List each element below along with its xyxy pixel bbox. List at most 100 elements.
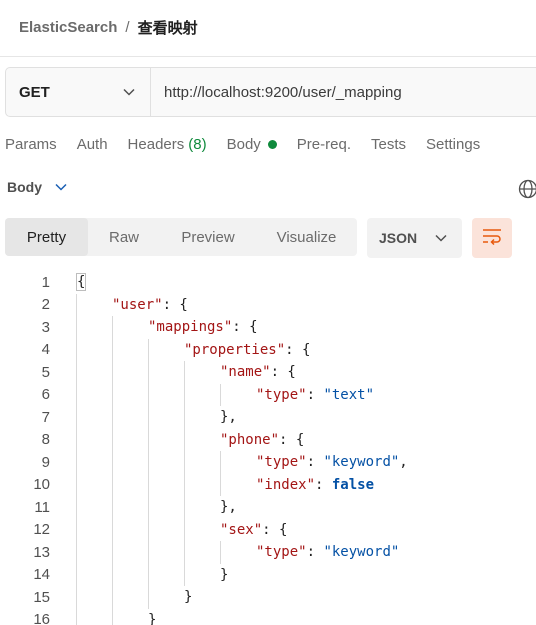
method-select[interactable]: GET <box>6 68 151 116</box>
indent-guide <box>148 451 149 474</box>
line-number: 6 <box>41 386 50 404</box>
tab-params[interactable]: Params <box>5 136 57 153</box>
code-text: "name": { <box>220 364 296 380</box>
format-label: JSON <box>379 230 418 246</box>
indent-guide <box>112 451 113 474</box>
code-line: 7}, <box>0 406 536 429</box>
tab-prereq[interactable]: Pre-req. <box>297 136 351 153</box>
json-punctuation: : { <box>162 296 188 313</box>
request-title[interactable]: 查看映射 <box>138 17 198 38</box>
json-string: "text" <box>323 386 375 403</box>
indent-guide <box>148 541 149 564</box>
json-punctuation: }, <box>220 409 237 426</box>
json-key: "phone" <box>220 431 280 448</box>
code-text: "sex": { <box>220 522 287 538</box>
breadcrumb-separator: / <box>125 18 130 36</box>
line-number: 1 <box>41 273 50 291</box>
line-number: 15 <box>33 588 50 606</box>
json-key: "properties" <box>184 341 286 358</box>
wrap-lines-icon <box>482 227 502 250</box>
indent-guide <box>220 383 221 406</box>
code-text: "mappings": { <box>148 319 258 335</box>
code-line: 5 "name": { <box>0 361 536 384</box>
indent-guide <box>76 293 77 316</box>
indent-guide <box>112 608 113 625</box>
indent-guide <box>76 586 77 609</box>
indent-guide <box>184 406 185 429</box>
indent-guide <box>76 518 77 541</box>
tab-body-label: Body <box>226 136 261 153</box>
code-line: 4 "properties": { <box>0 338 536 361</box>
indent-guide <box>112 383 113 406</box>
code-line: 2 "user": { <box>0 293 536 316</box>
code-line: 14} <box>0 563 536 586</box>
indent-guide <box>184 428 185 451</box>
line-number: 10 <box>33 476 50 494</box>
line-number: 16 <box>33 611 50 625</box>
json-punctuation: : { <box>262 521 288 538</box>
indent-guide <box>112 541 113 564</box>
line-number: 11 <box>34 498 50 516</box>
indent-guide <box>112 563 113 586</box>
tab-headers[interactable]: Headers (8) <box>128 136 207 153</box>
view-visualize[interactable]: Visualize <box>256 218 357 256</box>
code-text: }, <box>220 409 237 425</box>
response-body-editor[interactable]: 1{2 "user": {3 "mappings": {4 "properties":… <box>0 270 536 625</box>
view-pretty[interactable]: Pretty <box>5 218 88 256</box>
indent-guide <box>76 608 77 625</box>
indent-guide <box>184 541 185 564</box>
indent-guide <box>76 338 77 361</box>
tab-auth[interactable]: Auth <box>77 136 108 153</box>
line-number: 8 <box>41 431 50 449</box>
code-text: "type": "text" <box>256 387 374 403</box>
url-input[interactable] <box>151 68 536 116</box>
indent-guide <box>76 541 77 564</box>
json-punctuation: : { <box>285 341 311 358</box>
code-text: } <box>220 567 228 583</box>
json-punctuation: : <box>315 476 332 493</box>
line-number: 14 <box>33 566 50 584</box>
code-line: 1{ <box>0 271 536 294</box>
code-line: 11}, <box>0 496 536 519</box>
indent-guide <box>148 361 149 384</box>
view-preview[interactable]: Preview <box>160 218 256 256</box>
wrap-lines-button[interactable] <box>472 218 512 258</box>
code-line: 8 "phone": { <box>0 428 536 451</box>
json-punctuation: } <box>184 589 193 606</box>
indent-guide <box>76 563 77 586</box>
indent-guide <box>112 518 113 541</box>
code-line: 6 "type": "text" <box>0 383 536 406</box>
tab-settings[interactable]: Settings <box>426 136 480 153</box>
indent-guide <box>76 406 77 429</box>
globe-icon[interactable] <box>518 179 536 199</box>
chevron-down-icon <box>434 231 448 245</box>
indent-guide <box>220 541 221 564</box>
code-line: 15} <box>0 586 536 609</box>
chevron-down-icon <box>54 180 68 194</box>
line-number: 13 <box>33 543 50 561</box>
json-punctuation: : { <box>270 364 296 381</box>
json-key: "index" <box>256 476 316 493</box>
indent-guide <box>112 316 113 339</box>
json-punctuation: , <box>399 454 408 471</box>
tab-tests[interactable]: Tests <box>371 136 406 153</box>
breadcrumb-parent[interactable]: ElasticSearch <box>19 19 117 36</box>
response-view-tabs: Pretty Raw Preview Visualize <box>5 218 357 256</box>
indent-guide <box>148 473 149 496</box>
indent-guide <box>220 451 221 474</box>
line-number: 9 <box>41 453 50 471</box>
json-punctuation: : { <box>279 431 305 448</box>
body-status-dot <box>267 140 277 149</box>
json-punctuation: : <box>306 454 324 471</box>
response-section-select[interactable]: Body <box>7 179 68 195</box>
line-number: 4 <box>41 341 50 359</box>
format-select[interactable]: JSON <box>367 218 462 258</box>
code-line: 16} <box>0 608 536 625</box>
tab-body[interactable]: Body <box>227 136 277 153</box>
view-raw[interactable]: Raw <box>88 218 160 256</box>
json-string: "keyword" <box>323 454 400 471</box>
json-key: "type" <box>256 386 307 403</box>
indent-guide <box>76 316 77 339</box>
code-text: { <box>76 273 87 292</box>
indent-guide <box>76 496 77 519</box>
